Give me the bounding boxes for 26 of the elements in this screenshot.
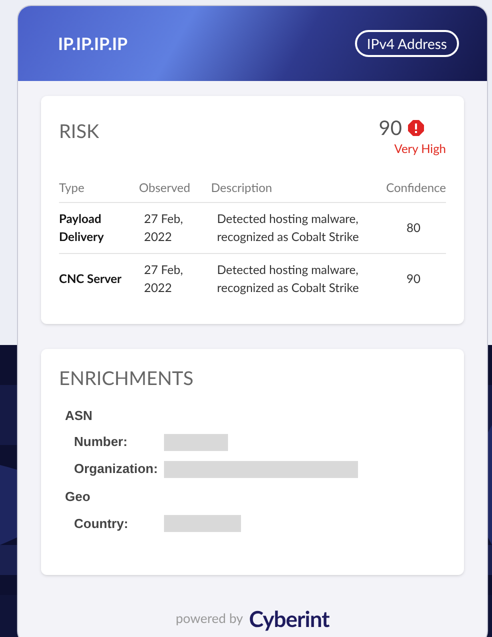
group-label: Geo [65,488,92,506]
table-cell: 27 Feb, 2022 [139,202,211,254]
table-cell: Detected hosting malware, recognized as Cobalt Strike [211,254,381,304]
column-header: Type [59,174,139,202]
brand-logo: Cyberint [249,604,330,634]
enrichments-heading: ENRICHMENTS [59,366,194,392]
table-cell: Detected hosting malware, recognized as Cobalt Strike [211,202,381,254]
type-tag: IPv4 Address [354,30,459,57]
column-header: Description [211,174,381,202]
table-cell: Payload Delivery [59,202,139,254]
table-cell: CNC Server [59,254,139,304]
group-label: ASN [65,406,94,424]
table-cell: 90 [381,254,446,304]
column-header: Confidence [381,174,446,202]
field-label: Number: [74,433,128,452]
risk-score: 90 [378,116,402,140]
powered-by-text: powered by [176,608,244,628]
alert-icon [408,120,424,136]
risk-heading: RISK [59,119,100,145]
risk-level: Very High [394,140,446,158]
table-cell: 27 Feb, 2022 [139,254,211,304]
ip-title: IP.IP.IP.IP [58,32,128,56]
column-header: Observed [139,174,211,202]
table-cell: 80 [381,202,446,254]
field-label: Country: [74,514,130,533]
field-label: Organization: [74,460,159,478]
